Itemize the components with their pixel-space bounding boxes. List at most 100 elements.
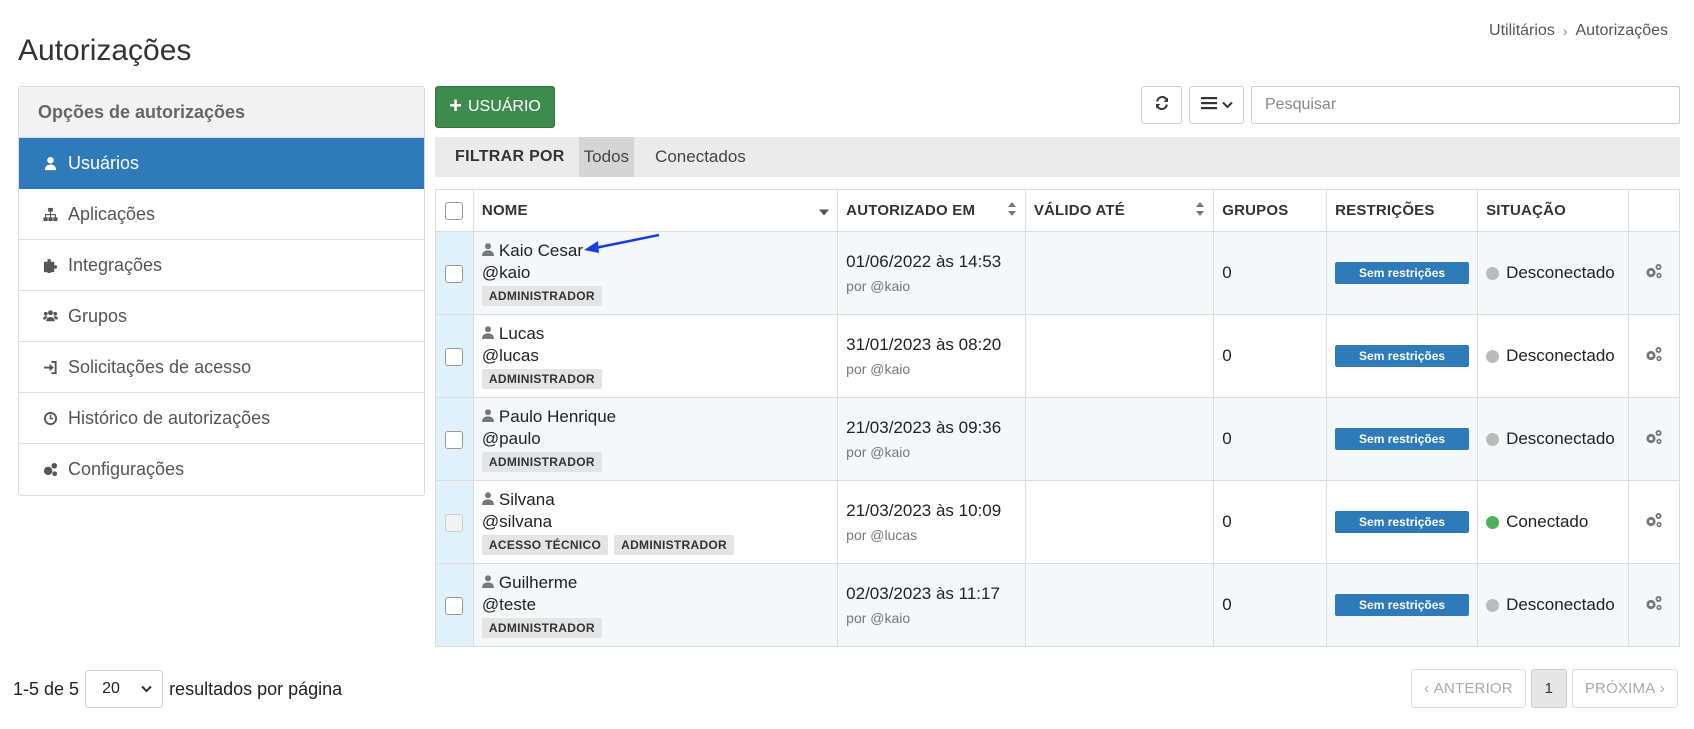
status-dot-icon bbox=[1486, 266, 1500, 280]
column-header-valid-until[interactable]: VÁLIDO ATÉ bbox=[1024, 189, 1215, 232]
refresh-button[interactable] bbox=[1141, 86, 1182, 124]
valid-until-cell bbox=[1024, 397, 1215, 481]
sign-in-icon bbox=[41, 358, 59, 376]
filter-option-todos[interactable]: Todos bbox=[578, 137, 635, 177]
sidebar-item-aplicacoes[interactable]: Aplicações bbox=[19, 189, 424, 240]
sidebar: Opções de autorizações Usuários Aplicaçõ… bbox=[18, 86, 425, 496]
add-user-button[interactable]: + USUÁRIO bbox=[435, 86, 555, 128]
restrictions-badge[interactable]: Sem restrições bbox=[1335, 428, 1470, 450]
user-cell: Silvana @silvana ACESSO TÉCNICO ADMINISTR… bbox=[472, 480, 839, 564]
chevron-down-icon bbox=[141, 680, 152, 698]
status-indicator: Desconectado bbox=[1486, 346, 1620, 366]
sidebar-item-configuracoes[interactable]: Configurações bbox=[19, 444, 424, 495]
authorized-by: por @lucas bbox=[846, 527, 918, 543]
user-icon bbox=[481, 573, 494, 593]
sidebar-item-integracoes[interactable]: Integrações bbox=[19, 240, 424, 291]
column-header-name-label: NOME bbox=[481, 202, 528, 219]
authorized-at-date: 21/03/2023 às 10:09 bbox=[846, 501, 1002, 520]
column-header-name[interactable]: NOME bbox=[472, 189, 839, 232]
user-name[interactable]: Silvana bbox=[481, 489, 829, 510]
columns-menu-button[interactable] bbox=[1189, 86, 1244, 124]
user-name-text: Paulo Henrique bbox=[498, 406, 617, 426]
status-dot-icon bbox=[1486, 598, 1500, 612]
restrictions-badge[interactable]: Sem restrições bbox=[1335, 511, 1470, 533]
table-header-row: NOME AUTORIZADO EM VÁLIDO ATÉ GRUPOS RES… bbox=[435, 189, 1680, 232]
user-handle: @paulo bbox=[481, 428, 541, 448]
status-text: Conectado bbox=[1506, 512, 1589, 531]
breadcrumb-item-utilitarios[interactable]: Utilitários bbox=[1489, 22, 1555, 40]
table-row[interactable]: Lucas @lucas ADMINISTRADOR 31/01/2023 às… bbox=[435, 314, 1680, 398]
sidebar-item-historico[interactable]: Histórico de autorizações bbox=[19, 393, 424, 444]
next-page-button[interactable]: PRÓXIMA › bbox=[1571, 669, 1678, 708]
user-name[interactable]: Lucas bbox=[481, 324, 829, 344]
row-select-cell bbox=[435, 314, 474, 398]
restrictions-badge[interactable]: Sem restrições bbox=[1335, 594, 1470, 616]
sidebar-item-solicitacoes[interactable]: Solicitações de acesso bbox=[19, 342, 424, 393]
column-header-authorized-at[interactable]: AUTORIZADO EM bbox=[837, 189, 1026, 232]
role-tag: ADMINISTRADOR bbox=[481, 368, 602, 389]
row-checkbox[interactable] bbox=[445, 264, 464, 283]
row-checkbox[interactable] bbox=[445, 347, 464, 366]
user-name[interactable]: Guilherme bbox=[481, 573, 829, 593]
gears-icon[interactable] bbox=[1645, 512, 1663, 532]
sidebar-item-label: Configurações bbox=[68, 459, 185, 479]
valid-until-cell bbox=[1024, 480, 1215, 564]
gears-icon[interactable] bbox=[1645, 429, 1663, 449]
previous-page-button[interactable]: ‹ ANTERIOR bbox=[1411, 669, 1526, 708]
breadcrumb: Utilitários › Autorizações bbox=[1489, 22, 1668, 40]
status-dot-icon bbox=[1486, 432, 1500, 446]
role-tag: ADMINISTRADOR bbox=[481, 451, 602, 472]
clock-icon bbox=[41, 409, 59, 427]
user-icon bbox=[41, 154, 59, 172]
gears-icon[interactable] bbox=[1645, 263, 1663, 283]
valid-until-cell bbox=[1024, 231, 1215, 315]
sidebar-item-label: Solicitações de acesso bbox=[68, 356, 252, 377]
sidebar-item-usuarios[interactable]: Usuários bbox=[19, 138, 424, 189]
row-checkbox[interactable] bbox=[445, 513, 464, 532]
sidebar-item-label: Grupos bbox=[68, 305, 128, 326]
next-page-label: PRÓXIMA bbox=[1584, 680, 1656, 697]
table-row[interactable]: Paulo Henrique @paulo ADMINISTRADOR 21/0… bbox=[435, 397, 1680, 481]
chevron-right-icon: › bbox=[1655, 680, 1665, 697]
filter-option-conectados[interactable]: Conectados bbox=[650, 137, 751, 177]
status-text: Desconectado bbox=[1506, 429, 1615, 448]
select-all-checkbox[interactable] bbox=[445, 201, 464, 220]
user-name[interactable]: Paulo Henrique bbox=[481, 406, 829, 427]
user-cell: Guilherme @teste ADMINISTRADOR bbox=[472, 563, 839, 647]
authorized-by: por @kaio bbox=[846, 361, 911, 377]
restrictions-badge[interactable]: Sem restrições bbox=[1335, 262, 1470, 284]
groups-cell: 0 bbox=[1213, 397, 1328, 481]
gears-icon[interactable] bbox=[1645, 595, 1663, 615]
sort-desc-icon bbox=[819, 202, 830, 219]
user-icon bbox=[481, 407, 494, 427]
authorized-at-date: 01/06/2022 às 14:53 bbox=[846, 252, 1002, 271]
sidebar-item-grupos[interactable]: Grupos bbox=[19, 291, 424, 342]
page-button-current[interactable]: 1 bbox=[1530, 669, 1567, 708]
row-select-cell bbox=[435, 480, 474, 564]
user-name-text: Silvana bbox=[498, 489, 555, 509]
user-name-text: Kaio Cesar bbox=[498, 240, 584, 260]
sidebar-item-label: Usuários bbox=[68, 152, 140, 173]
per-page-select[interactable]: 20 bbox=[85, 670, 164, 708]
page-title: Autorizações bbox=[18, 34, 192, 68]
restrictions-badge[interactable]: Sem restrições bbox=[1335, 345, 1470, 367]
row-checkbox[interactable] bbox=[445, 430, 464, 449]
search-input[interactable] bbox=[1251, 86, 1680, 124]
user-icon bbox=[481, 241, 494, 261]
role-tag: ADMINISTRADOR bbox=[481, 617, 602, 638]
sort-icon bbox=[1007, 201, 1017, 220]
authorized-at-cell: 21/03/2023 às 10:09 por @lucas bbox=[837, 480, 1026, 564]
table-row[interactable]: Silvana @silvana ACESSO TÉCNICO ADMINISTR… bbox=[435, 480, 1680, 564]
previous-page-label: ANTERIOR bbox=[1433, 680, 1513, 697]
table-row[interactable]: Guilherme @teste ADMINISTRADOR 02/03/202… bbox=[435, 563, 1680, 647]
gears-icon bbox=[41, 461, 59, 479]
row-select-cell bbox=[435, 563, 474, 647]
refresh-icon bbox=[1154, 95, 1170, 116]
users-table: NOME AUTORIZADO EM VÁLIDO ATÉ GRUPOS RES… bbox=[435, 189, 1680, 647]
row-checkbox[interactable] bbox=[445, 596, 464, 615]
authorized-by: por @kaio bbox=[846, 444, 911, 460]
per-page-value: 20 bbox=[102, 680, 120, 697]
plus-icon: + bbox=[449, 93, 462, 118]
sidebar-item-label: Integrações bbox=[68, 254, 163, 275]
gears-icon[interactable] bbox=[1645, 346, 1663, 366]
